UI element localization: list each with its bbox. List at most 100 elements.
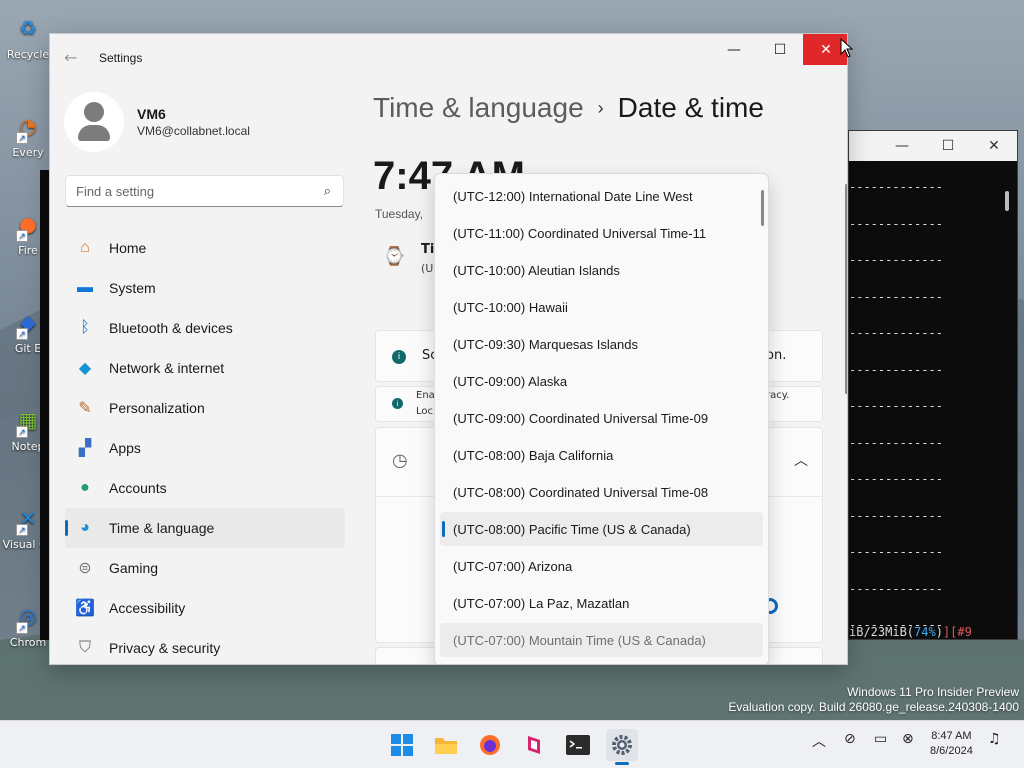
terminal-output: ------------- ------------- ------------… [849,180,943,632]
sidebar-item-accessibility[interactable]: ♿ Accessibility [65,588,345,628]
timezone-option[interactable]: (UTC-09:00) Coordinated Universal Time-0… [440,401,763,435]
taskbar-firefox[interactable] [474,729,506,761]
desktop-icon-label: Fire [18,244,38,257]
sidebar-item-gaming[interactable]: ⊜ Gaming [65,548,345,588]
desktop-icon-everything[interactable]: ◔ ↗ Every [6,108,50,178]
desktop-icon-label: Every [12,146,44,159]
timezone-option[interactable]: (UTC-08:00) Baja California [440,438,763,472]
desktop-icon-recycle-bin[interactable]: ♻ Recycle [6,10,50,80]
volume-icon[interactable]: ⊗ [902,731,914,747]
terminal-scrollbar[interactable] [1005,191,1009,211]
apps-icon: ▞ [78,440,92,457]
terminal-status-prefix: iB/23MiB( [849,625,915,639]
watermark-line2: Evaluation copy. Build 26080.ge_release.… [728,700,1019,714]
sidebar-item-label: Bluetooth & devices [109,320,233,336]
taskbar-settings[interactable] [606,729,638,765]
terminal-window[interactable]: — ☐ ✕ ------------- ------------- ------… [848,130,1018,640]
timezone-summary-title: Ti [421,242,435,257]
timezone-option[interactable]: (UTC-07:00) Mountain Time (US & Canada) [440,623,763,657]
display-icon[interactable]: ▭ [874,731,887,747]
minimize-icon[interactable]: — [879,138,925,154]
sidebar-item-system[interactable]: ▬ System [65,268,345,308]
sidebar-item-accounts[interactable]: ● Accounts [65,468,345,508]
sidebar-item-home[interactable]: ⌂ Home [65,228,345,268]
timezone-option[interactable]: (UTC-12:00) International Date Line West [440,179,763,213]
minimize-button[interactable]: — [711,34,757,65]
user-profile[interactable]: VM6 VM6@collabnet.local [64,92,250,152]
timezone-option[interactable]: (UTC-08:00) Coordinated Universal Time-0… [440,475,763,509]
taskbar-file-explorer[interactable] [430,729,462,761]
timezone-option-selected[interactable]: (UTC-08:00) Pacific Time (US & Canada) [440,512,763,546]
desktop-icon-label: Git E [14,342,42,355]
notification-bell-icon[interactable]: ♫ [988,731,1001,747]
timezone-option[interactable]: (UTC-09:00) Alaska [440,364,763,398]
sidebar-item-label: Personalization [109,400,205,416]
sidebar-item-label: Privacy & security [109,640,221,656]
search-box[interactable]: ⌕ [65,175,344,207]
timezone-option[interactable]: (UTC-11:00) Coordinated Universal Time-1… [440,216,763,250]
everything-search-icon: ◔ ↗ [10,108,46,144]
sidebar-item-apps[interactable]: ▞ Apps [65,428,345,468]
user-icon [64,92,124,152]
network-icon: ◆ [78,360,92,377]
timezone-option[interactable]: (UTC-10:00) Aleutian Islands [440,253,763,287]
app-title: Settings [99,51,143,65]
mouse-cursor-icon [840,38,854,58]
maximize-button[interactable]: ☐ [757,34,803,65]
taskbar-terminal[interactable] [562,729,594,761]
sidebar-item-personalization[interactable]: ✎ Personalization [65,388,345,428]
sidebar-item-label: Time & language [109,520,215,536]
start-button[interactable] [386,729,418,761]
taskbar-app[interactable] [518,729,550,761]
sidebar-item-time-language[interactable]: ◕ Time & language [65,508,345,548]
sidebar-item-network[interactable]: ◆ Network & internet [65,348,345,388]
search-input[interactable] [76,183,306,199]
location-notice-tail: racy. [766,390,790,401]
search-icon[interactable]: ⌕ [324,183,331,199]
close-icon: ✕ [820,41,832,58]
taskbar-clock[interactable]: 8:47 AM 8/6/2024 [930,729,973,759]
breadcrumb-parent[interactable]: Time & language [373,92,584,124]
time-language-icon: ◕ [80,519,90,536]
timezone-dropdown-list[interactable]: (UTC-12:00) International Date Line West… [434,173,769,664]
terminal-status-tail: ][#9 [942,625,972,639]
page-title: Date & time [617,92,764,123]
location-notice-line2: Loc [416,406,434,417]
bluetooth-icon: ᛒ [80,319,90,336]
brush-icon: ✎ [78,400,92,417]
network-status-icon[interactable]: ⊘ [844,731,856,747]
timezone-option[interactable]: (UTC-07:00) La Paz, Mazatlan [440,586,763,620]
chevron-up-icon[interactable]: ︿ [794,450,808,470]
maximize-icon[interactable]: ☐ [925,138,971,154]
close-icon[interactable]: ✕ [971,138,1017,154]
globe-clock-icon: ⌚ [383,246,406,267]
back-arrow-icon[interactable]: ← [64,48,77,67]
terminal-status-suffix: ) [935,625,943,639]
settings-window[interactable]: ← Settings — ☐ ✕ VM6 VM6@collabnet.local… [49,33,848,665]
timezone-option[interactable]: (UTC-10:00) Hawaii [440,290,763,324]
taskbar: ︿ ⊘ ▭ ⊗ 8:47 AM 8/6/2024 ♫ [0,720,1024,768]
avatar[interactable] [64,92,124,152]
home-icon: ⌂ [80,239,90,256]
app-icon [528,736,540,754]
globe-clock-icon: ◷ [392,450,408,471]
maximize-icon: ☐ [773,41,787,58]
titlebar[interactable]: ← Settings — ☐ ✕ [50,34,847,82]
desktop-icon-label: Recycle [6,48,50,61]
file-explorer-icon [435,738,457,754]
sidebar-item-bluetooth[interactable]: ᛒ Bluetooth & devices [65,308,345,348]
shield-icon: ⛉ [78,639,91,656]
timezone-option[interactable]: (UTC-09:30) Marquesas Islands [440,327,763,361]
timezone-option[interactable]: (UTC-07:00) Arizona [440,549,763,583]
firefox-icon [480,735,500,755]
chevron-up-icon[interactable]: ︿ [812,731,826,751]
chevron-right-icon: › [597,97,604,118]
terminal-status-line: iB/23MiB(74%)][#9 [849,625,972,639]
taskbar-time: 8:47 AM [931,730,972,742]
settings-scrollbar[interactable] [845,184,847,394]
timezone-summary-subtitle: (U [421,262,434,275]
sidebar-item-privacy-security[interactable]: ⛉ Privacy & security [65,628,345,664]
user-email: VM6@collabnet.local [137,124,250,138]
terminal-titlebar[interactable]: — ☐ ✕ [849,131,1017,161]
accounts-icon: ● [80,479,90,496]
